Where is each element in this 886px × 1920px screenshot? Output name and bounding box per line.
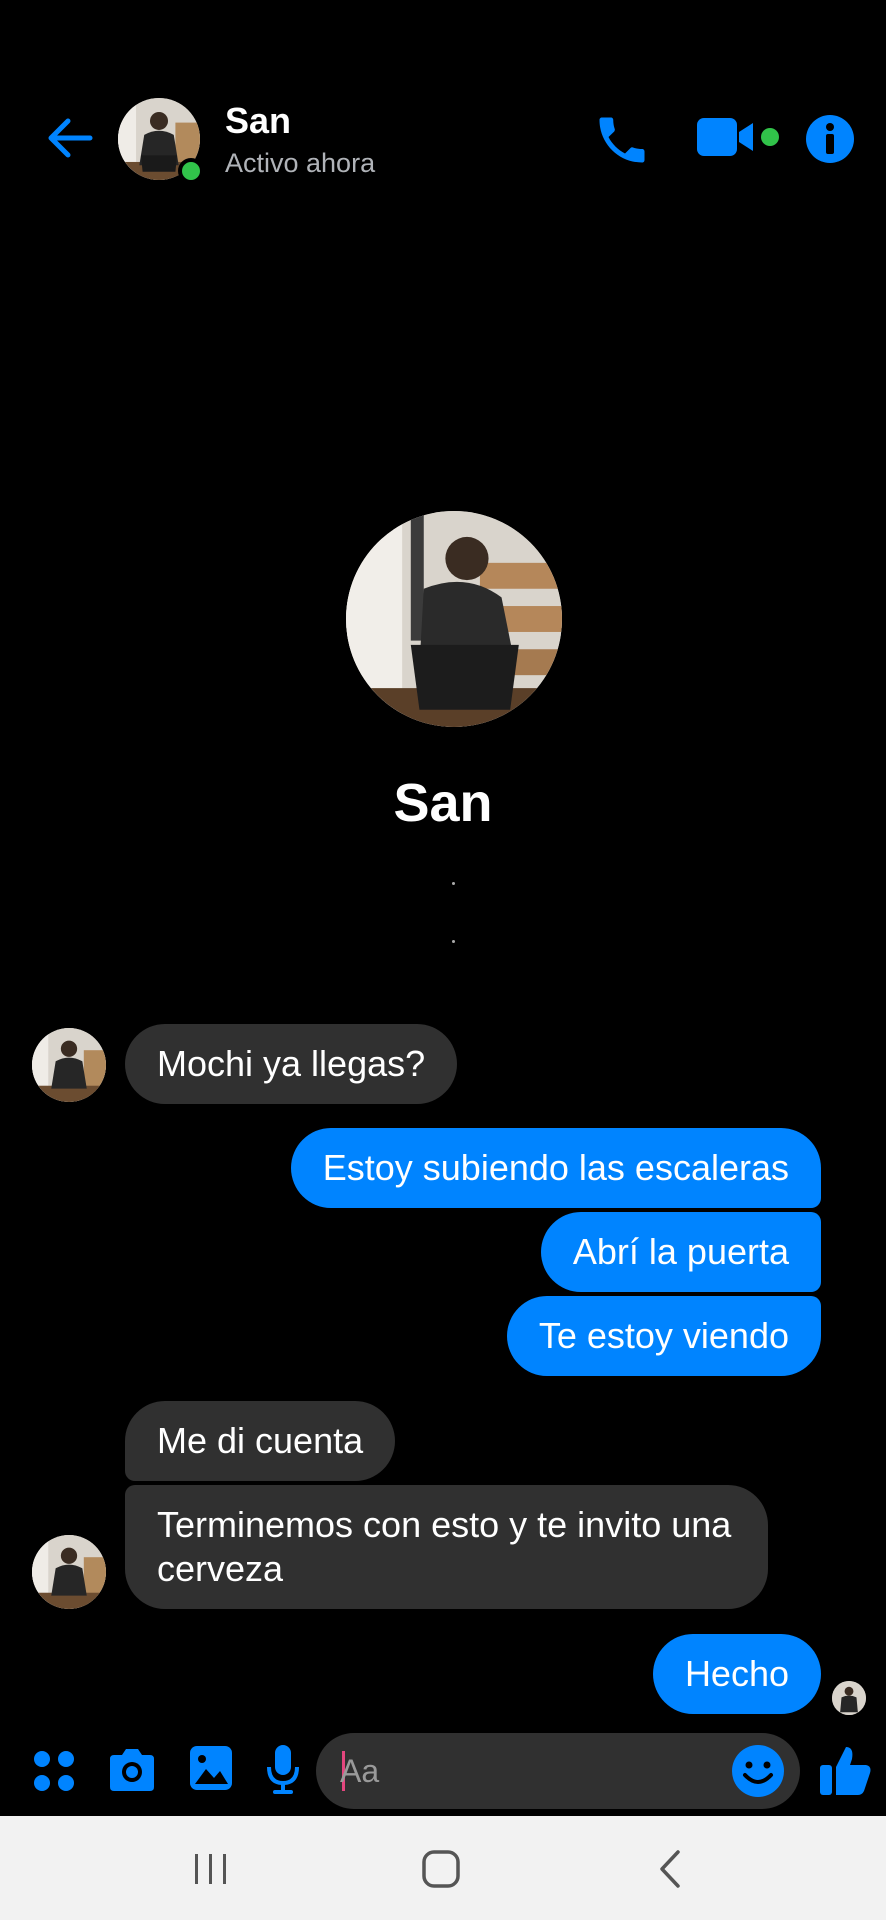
- separator-dot: [452, 940, 455, 943]
- back-arrow-icon[interactable]: [40, 108, 100, 168]
- avatar-photo: [32, 1028, 106, 1102]
- online-status-dot: [178, 158, 204, 184]
- avatar-photo: [32, 1535, 106, 1609]
- home-icon[interactable]: [416, 1846, 466, 1892]
- camera-icon[interactable]: [106, 1745, 158, 1795]
- avatar-photo: [832, 1681, 866, 1715]
- message-bubble-incoming[interactable]: Terminemos con esto y te invito una cerv…: [125, 1485, 768, 1609]
- video-camera-icon[interactable]: [695, 112, 783, 168]
- message-bubble-outgoing[interactable]: Estoy subiendo las escaleras: [290, 1128, 821, 1208]
- message-bubble-outgoing[interactable]: Te estoy viendo: [506, 1296, 821, 1376]
- seen-receipt-avatar: [832, 1681, 866, 1715]
- thumbs-up-icon[interactable]: [816, 1741, 874, 1799]
- contact-name[interactable]: San: [225, 100, 291, 142]
- profile-name: San: [393, 773, 493, 833]
- profile-picture: [346, 511, 562, 727]
- message-input-field[interactable]: [316, 1733, 800, 1809]
- gallery-icon[interactable]: [188, 1743, 234, 1793]
- info-icon[interactable]: [803, 112, 857, 166]
- contact-avatar[interactable]: [118, 98, 204, 184]
- chat-header: San Activo ahora: [0, 0, 886, 230]
- profile-photo: [346, 511, 562, 727]
- sender-avatar[interactable]: [32, 1535, 106, 1609]
- message-bubble-outgoing[interactable]: Abrí la puerta: [540, 1212, 821, 1292]
- message-bubble-outgoing[interactable]: Hecho: [652, 1634, 821, 1714]
- contact-status: Activo ahora: [225, 148, 376, 178]
- message-input[interactable]: [340, 1747, 700, 1795]
- recents-icon[interactable]: [186, 1846, 236, 1892]
- system-navigation-bar: [0, 1816, 886, 1920]
- phone-icon[interactable]: [592, 110, 652, 170]
- emoji-icon[interactable]: [728, 1741, 788, 1801]
- microphone-icon[interactable]: [266, 1743, 300, 1797]
- sender-avatar[interactable]: [32, 1028, 106, 1102]
- message-bubble-incoming[interactable]: Mochi ya llegas?: [125, 1024, 458, 1104]
- apps-grid-icon[interactable]: [30, 1747, 78, 1795]
- back-icon[interactable]: [646, 1846, 696, 1892]
- message-bubble-incoming[interactable]: Me di cuenta: [125, 1401, 396, 1481]
- message-composer: [0, 1725, 886, 1817]
- separator-dot: [452, 882, 455, 885]
